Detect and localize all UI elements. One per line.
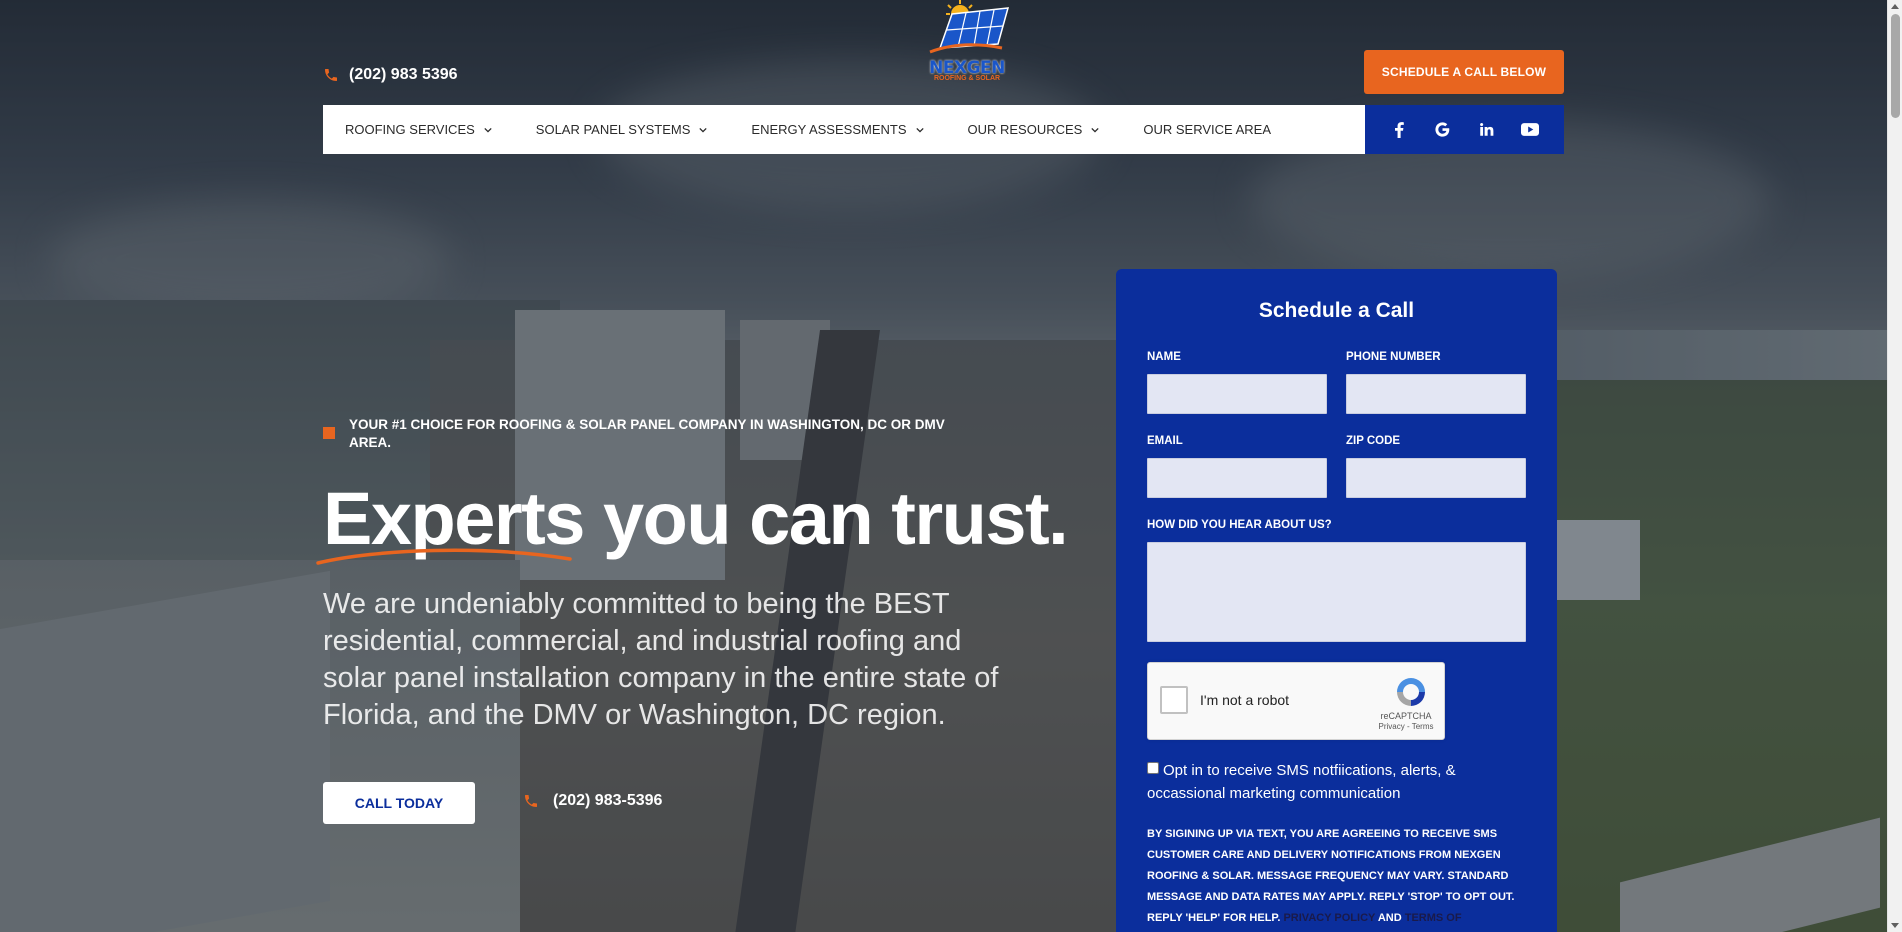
chevron-down-icon bbox=[484, 127, 492, 133]
sms-opt-in: Opt in to receive SMS notfiications, ale… bbox=[1147, 759, 1527, 805]
phone-field[interactable] bbox=[1346, 374, 1526, 414]
disclaimer-text: BY SIGINING UP VIA TEXT, YOU ARE AGREEIN… bbox=[1147, 828, 1515, 924]
nav-item-label: OUR SERVICE AREA bbox=[1143, 122, 1271, 137]
recaptcha-logo-icon bbox=[1397, 678, 1425, 706]
logo-subtitle: ROOFING & SOLAR bbox=[933, 75, 1001, 82]
nav-item-energy-assessments[interactable]: ENERGY ASSESSMENTS bbox=[751, 122, 924, 137]
nav-item-label: ROOFING SERVICES bbox=[345, 122, 475, 137]
scroll-thumb[interactable] bbox=[1891, 14, 1900, 118]
hero-phone-number: (202) 983-5396 bbox=[553, 792, 663, 809]
schedule-call-form: Schedule a Call NAME PHONE NUMBER EMAIL … bbox=[1116, 269, 1557, 932]
hero-tagline: YOUR #1 CHOICE FOR ROOFING & SOLAR PANEL… bbox=[323, 416, 963, 452]
linkedin-icon[interactable] bbox=[1476, 120, 1496, 140]
email-label: EMAIL bbox=[1147, 435, 1183, 447]
site-logo[interactable]: NEXGEN ROOFING & SOLAR bbox=[922, 0, 1012, 88]
hero-phone-link[interactable]: (202) 983-5396 bbox=[523, 792, 662, 810]
nav-item-label: ENERGY ASSESSMENTS bbox=[751, 122, 907, 137]
terms-link[interactable]: TERMS OF bbox=[1405, 912, 1462, 924]
facebook-icon[interactable] bbox=[1389, 120, 1409, 140]
form-title: Schedule a Call bbox=[1258, 299, 1415, 322]
call-today-button[interactable]: CALL TODAY bbox=[323, 782, 475, 824]
scroll-down-arrow-icon[interactable] bbox=[1891, 923, 1899, 928]
recaptcha-label: I'm not a robot bbox=[1200, 692, 1290, 708]
social-links bbox=[1365, 105, 1564, 154]
phone-label: PHONE NUMBER bbox=[1346, 351, 1441, 363]
recaptcha-checkbox[interactable] bbox=[1160, 686, 1188, 714]
header-phone-link[interactable]: (202) 983 5396 bbox=[323, 66, 458, 84]
header-phone-number: (202) 983 5396 bbox=[349, 66, 458, 83]
name-label: NAME bbox=[1147, 351, 1181, 363]
nav-item-roofing-services[interactable]: ROOFING SERVICES bbox=[345, 122, 492, 137]
sms-opt-in-label: Opt in to receive SMS notfiications, ale… bbox=[1147, 762, 1456, 802]
nav-item-label: OUR RESOURCES bbox=[967, 122, 1083, 137]
hear-about-label: HOW DID YOU HEAR ABOUT US? bbox=[1147, 519, 1332, 531]
solar-panel-logo-icon bbox=[929, 0, 1010, 54]
chevron-down-icon bbox=[1091, 127, 1100, 133]
chevron-down-icon bbox=[915, 127, 924, 133]
nav-item-label: SOLAR PANEL SYSTEMS bbox=[535, 122, 691, 137]
name-field[interactable] bbox=[1147, 374, 1327, 414]
recaptcha-privacy-terms-links[interactable]: Privacy - Terms bbox=[1376, 722, 1436, 731]
tagline-text: YOUR #1 CHOICE FOR ROOFING & SOLAR PANEL… bbox=[349, 417, 945, 450]
main-navigation: ROOFING SERVICES SOLAR PANEL SYSTEMS ENE… bbox=[323, 105, 1564, 154]
phone-icon bbox=[325, 69, 337, 81]
hero-description: We are undeniably committed to being the… bbox=[323, 588, 999, 731]
sms-disclaimer: BY SIGINING UP VIA TEXT, YOU ARE AGREEIN… bbox=[1147, 824, 1527, 929]
phone-icon bbox=[525, 795, 537, 807]
nav-item-our-service-area[interactable]: OUR SERVICE AREA bbox=[1143, 122, 1271, 137]
nav-menu: ROOFING SERVICES SOLAR PANEL SYSTEMS ENE… bbox=[323, 105, 1365, 154]
email-field[interactable] bbox=[1147, 458, 1327, 498]
youtube-icon[interactable] bbox=[1520, 120, 1540, 140]
disclaimer-and: AND bbox=[1377, 912, 1402, 924]
orange-square-bullet-icon bbox=[323, 427, 335, 439]
nav-item-solar-panel-systems[interactable]: SOLAR PANEL SYSTEMS bbox=[536, 122, 708, 137]
recaptcha-brand: reCAPTCHA bbox=[1380, 711, 1432, 721]
hear-about-textarea[interactable] bbox=[1147, 542, 1526, 642]
google-icon[interactable] bbox=[1433, 120, 1453, 140]
scroll-up-arrow-icon[interactable] bbox=[1891, 4, 1899, 9]
chevron-down-icon bbox=[699, 127, 708, 133]
sms-opt-in-checkbox[interactable] bbox=[1147, 762, 1159, 774]
recaptcha-widget: I'm not a robot reCAPTCHA Privacy - Term… bbox=[1147, 662, 1445, 740]
zip-label: ZIP CODE bbox=[1346, 435, 1401, 447]
zip-code-field[interactable] bbox=[1346, 458, 1526, 498]
privacy-policy-link[interactable]: PRIVACY POLICY bbox=[1283, 912, 1375, 924]
nav-item-our-resources[interactable]: OUR RESOURCES bbox=[968, 122, 1100, 137]
headline-swoosh-underline bbox=[316, 548, 572, 565]
schedule-call-button[interactable]: SCHEDULE A CALL BELOW bbox=[1364, 50, 1564, 94]
page-scrollbar[interactable] bbox=[1887, 0, 1902, 932]
